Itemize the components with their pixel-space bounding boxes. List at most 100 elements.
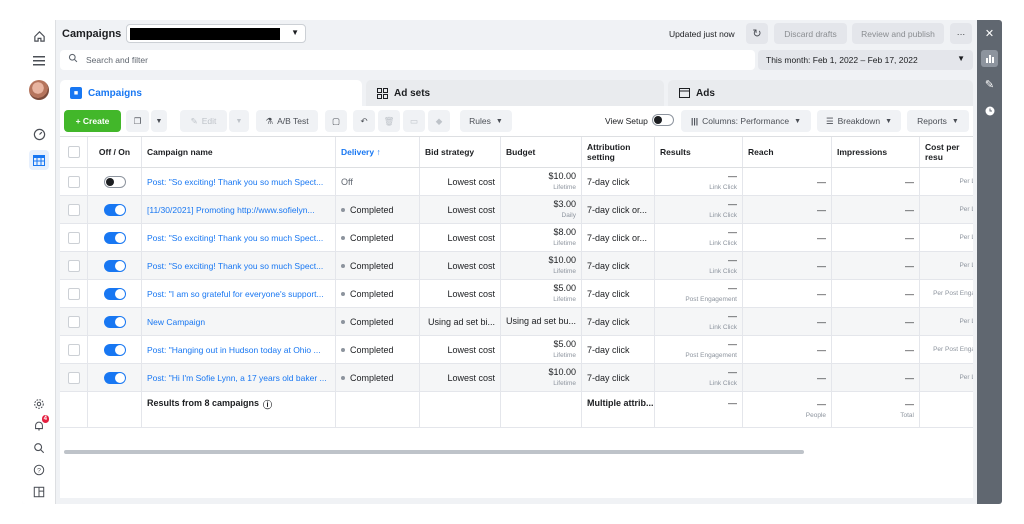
review-and-publish-button[interactable]: Review and publish <box>852 23 944 44</box>
table-row[interactable]: Post: "I am so grateful for everyone's s… <box>60 280 973 308</box>
columns-dropdown[interactable]: ||| Columns: Performance ▼ <box>681 110 811 132</box>
campaign-toggle[interactable] <box>103 287 126 300</box>
column-header-delivery[interactable]: Delivery ↑ <box>336 137 420 167</box>
trash-icon[interactable]: 🗑 <box>378 110 400 132</box>
tab-ad-sets[interactable]: Ad sets <box>366 80 664 106</box>
budget-cell[interactable]: $10.00 Lifetime <box>501 364 582 391</box>
campaign-name-link[interactable]: Post: "Hanging out in Hudson today at Oh… <box>147 345 321 355</box>
refresh-icon[interactable]: ↻ <box>746 23 768 44</box>
campaign-toggle[interactable] <box>103 203 126 216</box>
comment-icon[interactable]: ▭ <box>403 110 425 132</box>
row-checkbox[interactable] <box>67 343 80 356</box>
column-header-results[interactable]: Results <box>655 137 743 167</box>
edit-dropdown[interactable]: ▼ <box>229 110 249 132</box>
campaign-name-cell[interactable]: Post: "So exciting! Thank you so much Sp… <box>142 168 336 195</box>
campaign-name-link[interactable]: [11/30/2021] Promoting http://www.sofiel… <box>147 205 315 215</box>
menu-icon[interactable] <box>29 51 49 71</box>
campaign-name-link[interactable]: Post: "So exciting! Thank you so much Sp… <box>147 261 323 271</box>
history-clock-icon[interactable] <box>981 102 998 119</box>
horizontal-scrollbar[interactable] <box>64 450 804 454</box>
row-checkbox-cell[interactable] <box>60 196 88 223</box>
edit-pencil-icon[interactable]: ✎ <box>981 76 998 93</box>
breakdown-dropdown[interactable]: ☰ Breakdown ▼ <box>817 110 901 132</box>
column-header-campaign-name[interactable]: Campaign name <box>142 137 336 167</box>
table-row[interactable]: New Campaign Completed Using ad set bi... U… <box>60 308 973 336</box>
column-header-attribution-setting[interactable]: Attribution setting <box>582 137 655 167</box>
budget-cell[interactable]: $10.00 Lifetime <box>501 168 582 195</box>
row-checkbox[interactable] <box>67 287 80 300</box>
campaign-toggle[interactable] <box>103 175 126 188</box>
reports-dropdown[interactable]: Reports ▼ <box>907 110 969 132</box>
select-all-checkbox[interactable] <box>67 146 80 158</box>
campaign-name-link[interactable]: New Campaign <box>147 317 205 327</box>
help-icon[interactable]: ? <box>29 460 49 480</box>
on-off-cell[interactable] <box>88 280 142 307</box>
row-checkbox-cell[interactable] <box>60 364 88 391</box>
row-checkbox[interactable] <box>67 259 80 272</box>
dashboard-gauge-icon[interactable] <box>29 124 49 144</box>
more-options-button[interactable]: ··· <box>950 23 972 44</box>
duplicate-dropdown[interactable]: ▼ <box>151 110 167 132</box>
campaign-name-cell[interactable]: Post: "Hi I'm Sofie Lynn, a 17 years old… <box>142 364 336 391</box>
on-off-cell[interactable] <box>88 308 142 335</box>
budget-cell[interactable]: $10.00 Lifetime <box>501 252 582 279</box>
on-off-cell[interactable] <box>88 364 142 391</box>
budget-cell[interactable]: $5.00 Lifetime <box>501 280 582 307</box>
campaign-name-link[interactable]: Post: "Hi I'm Sofie Lynn, a 17 years old… <box>147 373 327 383</box>
avatar[interactable] <box>29 80 49 100</box>
reports-panel-icon[interactable] <box>29 482 49 502</box>
campaign-name-cell[interactable]: Post: "I am so grateful for everyone's s… <box>142 280 336 307</box>
on-off-cell[interactable] <box>88 224 142 251</box>
create-button[interactable]: + Create <box>64 110 121 132</box>
campaign-toggle[interactable] <box>103 315 126 328</box>
campaign-name-cell[interactable]: Post: "So exciting! Thank you so much Sp… <box>142 252 336 279</box>
campaign-toggle[interactable] <box>103 259 126 272</box>
chart-icon[interactable] <box>981 50 998 67</box>
column-header-reach[interactable]: Reach <box>743 137 832 167</box>
campaign-name-cell[interactable]: Post: "So exciting! Thank you so much Sp… <box>142 224 336 251</box>
search-icon[interactable] <box>29 438 49 458</box>
table-row[interactable]: Post: "So exciting! Thank you so much Sp… <box>60 224 973 252</box>
column-header-bid-strategy[interactable]: Bid strategy <box>420 137 501 167</box>
campaign-name-link[interactable]: Post: "So exciting! Thank you so much Sp… <box>147 177 323 187</box>
close-icon[interactable]: ✕ <box>981 25 998 42</box>
campaign-name-cell[interactable]: [11/30/2021] Promoting http://www.sofiel… <box>142 196 336 223</box>
row-checkbox[interactable] <box>67 203 80 216</box>
row-checkbox-cell[interactable] <box>60 280 88 307</box>
tab-campaigns[interactable]: ■ Campaigns <box>60 80 362 106</box>
date-range-picker[interactable]: This month: Feb 1, 2022 – Feb 17, 2022 ▼ <box>758 50 973 70</box>
table-row[interactable]: Post: "Hi I'm Sofie Lynn, a 17 years old… <box>60 364 973 392</box>
column-header-cost-per-result[interactable]: Cost per resu <box>920 137 973 167</box>
table-row[interactable]: Post: "So exciting! Thank you so much Sp… <box>60 252 973 280</box>
view-setup-toggle[interactable] <box>652 114 674 126</box>
budget-cell[interactable]: $3.00 Daily <box>501 196 582 223</box>
row-checkbox-cell[interactable] <box>60 252 88 279</box>
duplicate-icon[interactable]: ❐ <box>126 110 149 132</box>
row-checkbox[interactable] <box>67 231 80 244</box>
campaign-name-link[interactable]: Post: "I am so grateful for everyone's s… <box>147 289 324 299</box>
on-off-cell[interactable] <box>88 252 142 279</box>
campaigns-table-icon[interactable] <box>29 150 49 170</box>
row-checkbox[interactable] <box>67 315 80 328</box>
campaign-name-cell[interactable]: New Campaign <box>142 308 336 335</box>
row-checkbox[interactable] <box>67 175 80 188</box>
on-off-cell[interactable] <box>88 336 142 363</box>
undo-icon[interactable]: ↶ <box>353 110 375 132</box>
ab-test-button[interactable]: ⚗ A/B Test <box>256 110 318 132</box>
column-header-off-on[interactable]: Off / On <box>88 137 142 167</box>
budget-cell[interactable]: Using ad set bu... <box>501 308 582 335</box>
on-off-cell[interactable] <box>88 168 142 195</box>
row-checkbox-cell[interactable] <box>60 168 88 195</box>
row-checkbox[interactable] <box>67 371 80 384</box>
table-row[interactable]: [11/30/2021] Promoting http://www.sofiel… <box>60 196 973 224</box>
ad-account-selector[interactable]: ▼ <box>126 24 306 43</box>
campaign-name-cell[interactable]: Post: "Hanging out in Hudson today at Oh… <box>142 336 336 363</box>
settings-gear-icon[interactable] <box>29 394 49 414</box>
home-icon[interactable] <box>29 26 49 46</box>
rules-dropdown[interactable]: Rules ▼ <box>460 110 512 132</box>
notifications-bell-icon[interactable]: 4 <box>29 415 49 436</box>
campaign-toggle[interactable] <box>103 343 126 356</box>
clipboard-icon[interactable]: ▢ <box>325 110 347 132</box>
tab-ads[interactable]: Ads <box>668 80 973 106</box>
column-header-budget[interactable]: Budget <box>501 137 582 167</box>
